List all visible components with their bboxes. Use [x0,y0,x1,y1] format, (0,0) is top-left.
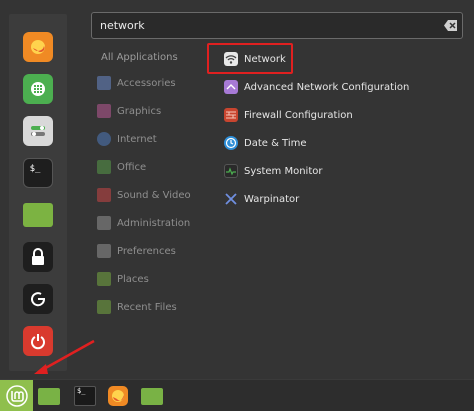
power-icon[interactable] [23,326,53,356]
places-folder-icon [97,272,111,286]
category-administration[interactable]: Administration [97,214,205,232]
result-advanced-network-configuration[interactable]: Advanced Network Configuration [224,78,464,96]
category-places[interactable]: Places [97,270,205,288]
clock-icon [224,136,238,150]
system-monitor-icon [224,164,238,178]
files-icon[interactable] [23,203,53,227]
firefox-icon[interactable] [23,32,53,62]
office-icon [97,160,111,174]
category-office[interactable]: Office [97,158,205,176]
favorites-bar: $_ [9,14,67,371]
result-system-monitor[interactable]: System Monitor [224,162,464,180]
network-connections-icon [224,80,238,94]
wifi-icon [224,52,238,66]
category-all-applications[interactable]: All Applications [101,48,209,66]
menu-button[interactable] [0,380,33,411]
clear-search-icon[interactable] [444,19,458,32]
category-preferences[interactable]: Preferences [97,242,205,260]
software-manager-icon[interactable] [23,74,53,104]
category-sound-video[interactable]: Sound & Video [97,186,205,204]
settings-icon[interactable] [23,116,53,146]
mint-logo-icon [5,384,28,407]
preferences-icon [97,244,111,258]
accessories-icon [97,76,111,90]
internet-icon [97,132,111,146]
result-date-time[interactable]: Date & Time [224,134,464,152]
sound-video-icon [97,188,111,202]
result-network[interactable]: Network [224,50,464,68]
firefox-icon[interactable] [106,385,130,407]
firewall-icon [224,108,238,122]
terminal-icon[interactable]: $_ [73,385,97,407]
category-graphics[interactable]: Graphics [97,102,205,120]
result-firewall-configuration[interactable]: Firewall Configuration [224,106,464,124]
bottom-panel: $_ [0,379,474,411]
category-internet[interactable]: Internet [97,130,205,148]
logout-icon[interactable] [23,284,53,314]
folder-icon[interactable] [140,385,164,407]
recent-files-folder-icon [97,300,111,314]
category-recent-files[interactable]: Recent Files [97,298,205,316]
files-icon[interactable] [37,385,61,407]
search-input[interactable] [91,12,463,39]
administration-icon [97,216,111,230]
category-accessories[interactable]: Accessories [97,74,205,92]
graphics-icon [97,104,111,118]
warpinator-icon [224,192,238,206]
lock-screen-icon[interactable] [23,242,53,272]
result-warpinator[interactable]: Warpinator [224,190,464,208]
application-menu: $_ All Applications Accessories Graphics… [0,0,474,379]
terminal-icon[interactable]: $_ [23,158,53,188]
